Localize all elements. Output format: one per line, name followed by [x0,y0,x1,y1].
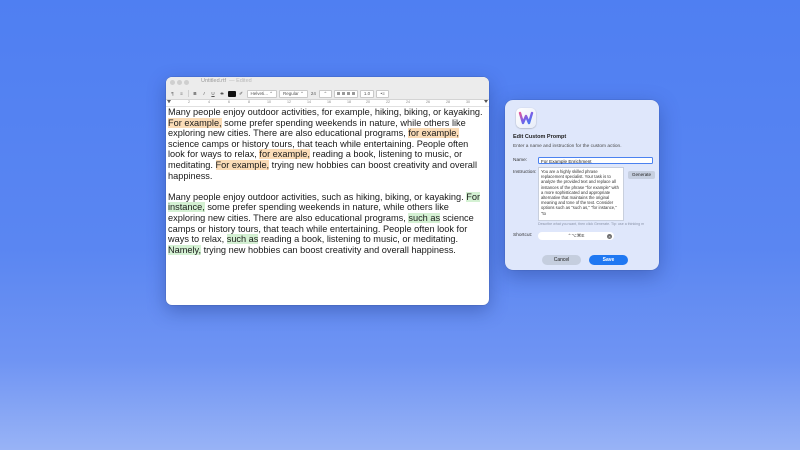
highlight-original-phrase: for example, [408,128,459,139]
instruction-textarea[interactable]: You are a highly skilled phrase replacem… [538,167,624,221]
shortcut-label: Shortcut: [513,233,533,238]
zoom-window-button[interactable] [184,80,189,85]
ruler-tick: 16 [327,100,331,104]
font-family-value: Helveti... [250,91,269,96]
instruction-hint: Describe what you want, then click Gener… [538,222,645,226]
generate-button[interactable]: Generate [628,171,655,179]
ruler-tick: 10 [267,100,271,104]
highlight-replacement-phrase: such as [408,212,441,223]
ruler-tick: 20 [366,100,370,104]
shortcut-recorder[interactable]: ⌃⌥⌘E × [538,232,614,240]
ruler-tick: 22 [386,100,390,104]
text-segment: reading a book, listening to music, or m… [258,234,459,245]
app-logo-icon [518,111,534,125]
align-left-icon[interactable] [336,92,340,95]
right-indent-marker[interactable] [484,100,488,103]
font-size-stepper[interactable]: ⌃ [318,89,332,98]
underline-button[interactable]: U [210,91,217,97]
paragraph-rewritten[interactable]: Many people enjoy outdoor activities, su… [168,191,487,256]
ruler-tick: 14 [307,100,311,104]
text-segment: trying new hobbies can boost creativity … [201,244,456,255]
ruler-tick: 28 [446,100,450,104]
list-menu-button[interactable]: ≡ [178,91,185,97]
line-spacing-value: 1.0 [363,91,371,96]
edited-status: — Edited [229,78,252,84]
format-toolbar: ¶ ≡ B I U S ✐ Helveti... ⌃ Regular ⌃ 24 … [166,88,489,100]
italic-button[interactable]: I [201,91,208,97]
dialog-subtitle: Enter a name and instruction for the cus… [513,144,622,149]
highlight-replacement-phrase: such as [226,234,259,245]
ruler-tick: 2 [188,100,190,104]
text-color-well[interactable] [227,90,236,97]
toolbar-divider [188,90,189,97]
strikethrough-button[interactable]: S [219,91,226,97]
highlight-color-icon[interactable]: ✐ [238,91,245,97]
highlight-original-phrase: for example, [259,149,310,160]
text-segment: some prefer spending weekends in nature,… [168,202,449,223]
ruler-tick: 30 [466,100,470,104]
align-justify-icon[interactable] [351,92,355,95]
paragraph-styles-button[interactable]: ¶ [169,91,176,97]
highlight-original-phrase: For example, [215,159,270,170]
app-icon [516,108,536,128]
highlight-replacement-phrase: Namely, [168,244,202,255]
name-label: Name: [513,158,528,163]
list-style-select[interactable]: •≡ [376,89,390,98]
paragraph-original[interactable]: Many people enjoy outdoor activities, fo… [168,107,487,181]
ruler-tick: 24 [406,100,410,104]
bold-button[interactable]: B [192,91,199,97]
shortcut-value: ⌃⌥⌘E [567,233,585,238]
font-size-value[interactable]: 24 [310,91,317,97]
text-segment: Many people enjoy outdoor activities, su… [168,191,467,202]
edit-custom-prompt-dialog: Edit Custom Prompt Enter a name and inst… [505,100,659,270]
cancel-button[interactable]: Cancel [542,255,581,265]
text-editor-window: Untitled.rtf — Edited ¶ ≡ B I U S ✐ Helve… [166,77,489,305]
text-segment: Many people enjoy outdoor activities, fo… [168,107,483,117]
font-style-value: Regular [283,91,299,96]
line-spacing-select[interactable]: 1.0 [359,89,375,98]
align-center-icon[interactable] [341,92,345,95]
ruler[interactable]: 0 2 4 6 8 10 12 14 16 18 20 22 24 26 28 … [166,100,489,107]
instruction-label: Instruction: [513,170,537,175]
ruler-tick: 0 [168,100,170,104]
dialog-title: Edit Custom Prompt [513,134,567,140]
ruler-tick: 12 [287,100,291,104]
save-button[interactable]: Save [589,255,628,265]
ruler-tick: 8 [248,100,250,104]
ruler-tick: 26 [426,100,430,104]
ruler-tick: 6 [228,100,230,104]
font-family-select[interactable]: Helveti... ⌃ [246,89,278,98]
window-title: Untitled.rtf — Edited [201,78,252,84]
name-field[interactable]: For Example Enrichment [538,157,653,164]
alignment-control[interactable] [333,89,358,98]
clear-shortcut-icon[interactable]: × [607,233,612,239]
document-body[interactable]: Many people enjoy outdoor activities, fo… [166,107,489,255]
document-name: Untitled.rtf [201,78,227,84]
highlight-original-phrase: For example, [168,117,222,128]
font-style-select[interactable]: Regular ⌃ [279,89,308,98]
title-bar: Untitled.rtf — Edited [166,77,489,88]
close-window-button[interactable] [170,80,175,85]
align-right-icon[interactable] [346,92,350,95]
ruler-tick: 4 [208,100,210,104]
minimize-window-button[interactable] [177,80,182,85]
list-style-value: •≡ [380,91,385,96]
ruler-tick: 18 [347,100,351,104]
